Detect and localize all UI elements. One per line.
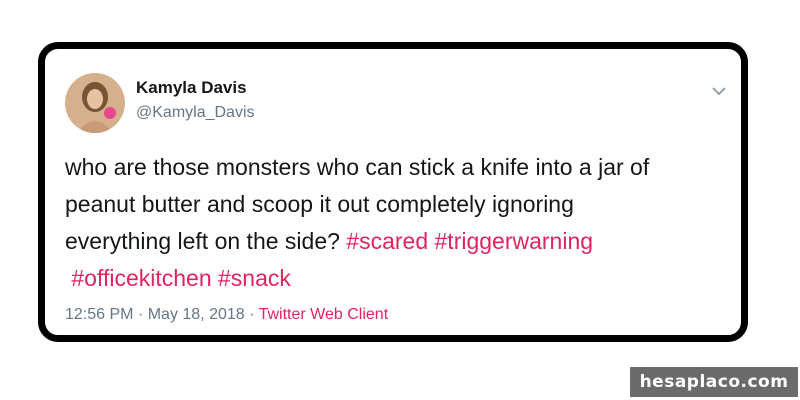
tweet-text-segment: everything left on the side? — [65, 228, 347, 254]
user-handle[interactable]: @Kamyla_Davis — [136, 104, 255, 122]
hashtag-link[interactable]: #scared — [346, 228, 428, 254]
tweet-source-link[interactable]: Twitter Web Client — [259, 306, 389, 323]
tweet-text-line: everything left on the side? #scared #tr… — [65, 223, 735, 260]
hashtag-link[interactable]: #officekitchen — [71, 265, 211, 291]
tweet-text-line: peanut butter and scoop it out completel… — [65, 186, 735, 223]
tweet-time[interactable]: 12:56 PM — [65, 306, 133, 323]
hashtag-link[interactable]: #triggerwarning — [435, 228, 594, 254]
tweet-text-line: who are those monsters who can stick a k… — [65, 149, 735, 186]
hashtag-link[interactable]: #snack — [218, 265, 291, 291]
tweet-text-segment: who are those monsters who can stick a k… — [65, 154, 650, 180]
tweet-text: who are those monsters who can stick a k… — [65, 149, 735, 297]
tweet-text-line: #officekitchen #snack — [65, 260, 735, 297]
avatar[interactable] — [65, 73, 125, 133]
tweet-date[interactable]: May 18, 2018 — [148, 306, 245, 323]
watermark: hesaplaco.com — [630, 367, 798, 397]
chevron-down-icon[interactable] — [711, 85, 727, 97]
tweet-text-segment: peanut butter and scoop it out completel… — [65, 191, 574, 217]
meta-separator: · — [249, 306, 255, 323]
tweet-card: Kamyla Davis @Kamyla_Davis who are those… — [38, 42, 748, 342]
display-name[interactable]: Kamyla Davis — [136, 78, 247, 98]
meta-separator: · — [137, 306, 144, 323]
tweet-meta: 12:56 PM · May 18, 2018 · Twitter Web Cl… — [65, 306, 388, 324]
